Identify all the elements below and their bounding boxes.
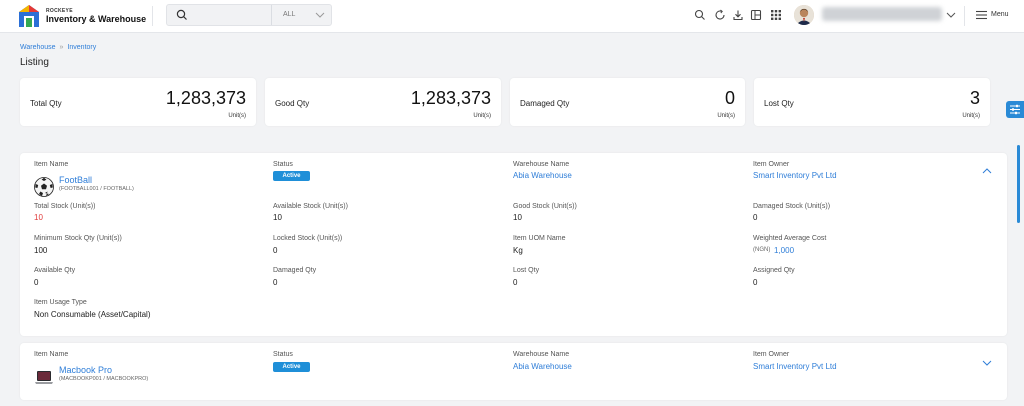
damaged-stock-value: 0 <box>753 213 758 222</box>
search-filter-select[interactable]: ALL <box>283 11 295 18</box>
chevron-down-icon[interactable] <box>982 359 992 367</box>
item-name-link[interactable]: FootBall <box>59 175 92 185</box>
usage-type-value: Non Consumable (Asset/Capital) <box>34 310 151 319</box>
menu-icon[interactable] <box>976 10 987 20</box>
laptop-thumbnail <box>35 371 53 384</box>
filter-sliders-icon[interactable] <box>1006 101 1024 118</box>
item-code: (FOOTBALL001 / FOOTBALL) <box>59 186 134 192</box>
owner-label: Item Owner <box>753 351 790 358</box>
min-stock-value: 100 <box>34 246 48 255</box>
scrollbar[interactable] <box>1017 145 1020 223</box>
available-stock-value: 10 <box>273 213 282 222</box>
usage-type-label: Item Usage Type <box>34 299 87 306</box>
chevron-down-icon[interactable] <box>314 10 326 20</box>
warehouse-label: Warehouse Name <box>513 351 570 358</box>
wac-label: Weighted Average Cost <box>753 235 827 242</box>
good-stock-label: Good Stock (Unit(s)) <box>513 203 577 210</box>
football-thumbnail <box>34 177 54 197</box>
chevron-down-icon[interactable] <box>946 11 956 19</box>
available-qty-label: Available Qty <box>34 267 76 274</box>
status-label: Status <box>273 161 293 168</box>
summary-value: 1,283,373 <box>165 88 246 108</box>
search-box[interactable]: ALL <box>166 4 332 26</box>
uom-label: Item UOM Name <box>513 235 566 242</box>
summary-label: Damaged Qty <box>520 99 570 108</box>
locked-stock-label: Locked Stock (Unit(s)) <box>273 235 343 242</box>
item-code: (MACBOOKP001 / MACBOOKPRO) <box>59 376 149 382</box>
damaged-qty-label: Damaged Qty <box>273 267 317 274</box>
summary-value: 3 <box>969 88 980 108</box>
status-label: Status <box>273 351 293 358</box>
status-badge: Active <box>273 362 310 372</box>
warehouse-label: Warehouse Name <box>513 161 570 168</box>
logo-icon[interactable] <box>18 4 40 28</box>
search-icon[interactable] <box>176 9 188 21</box>
summary-card-good: Good Qty 1,283,373 Unit(s) <box>265 78 501 126</box>
breadcrumb: Warehouse» Inventory <box>20 44 96 51</box>
breadcrumb-inventory[interactable]: Inventory <box>67 44 96 51</box>
summary-unit: Unit(s) <box>717 113 735 119</box>
damaged-qty-value: 0 <box>273 278 278 287</box>
summary-value: 0 <box>724 88 735 108</box>
summary-label: Lost Qty <box>764 99 794 108</box>
item-name-label: Item Name <box>34 161 69 168</box>
good-stock-value: 10 <box>513 213 522 222</box>
item-name-label: Item Name <box>34 351 69 358</box>
brand-name: Inventory & Warehouse <box>46 14 147 24</box>
damaged-stock-label: Damaged Stock (Unit(s)) <box>753 203 831 210</box>
item-card: Item Name Macbook Pro (MACBOOKP001 / MAC… <box>20 343 1007 400</box>
wac-value[interactable]: 1,000 <box>774 246 794 255</box>
assigned-qty-value: 0 <box>753 278 758 287</box>
breadcrumb-separator: » <box>59 44 64 51</box>
locked-stock-value: 0 <box>273 246 278 255</box>
divider <box>152 6 153 26</box>
search-input[interactable] <box>191 8 267 22</box>
chevron-up-icon[interactable] <box>982 167 992 175</box>
summary-card-total: Total Qty 1,283,373 Unit(s) <box>20 78 256 126</box>
owner-link[interactable]: Smart Inventory Pvt Ltd <box>753 171 837 180</box>
breadcrumb-warehouse[interactable]: Warehouse <box>20 44 56 51</box>
menu-label[interactable]: Menu <box>991 11 1009 18</box>
summary-unit: Unit(s) <box>228 113 246 119</box>
summary-label: Total Qty <box>30 99 62 108</box>
download-icon[interactable] <box>732 9 744 21</box>
warehouse-link[interactable]: Abia Warehouse <box>513 362 572 371</box>
divider <box>271 5 272 25</box>
user-name-redacted[interactable] <box>822 7 942 21</box>
item-name-link[interactable]: Macbook Pro <box>59 365 112 375</box>
top-bar: ROCKEYE Inventory & Warehouse ALL Menu <box>0 0 1024 33</box>
status-badge: Active <box>273 171 310 181</box>
lost-qty-value: 0 <box>513 278 518 287</box>
assigned-qty-label: Assigned Qty <box>753 267 795 274</box>
summary-unit: Unit(s) <box>962 113 980 119</box>
apps-grid-icon[interactable] <box>770 9 782 21</box>
summary-unit: Unit(s) <box>473 113 491 119</box>
total-stock-label: Total Stock (Unit(s)) <box>34 203 96 210</box>
available-stock-label: Available Stock (Unit(s)) <box>273 203 348 210</box>
divider <box>964 6 965 26</box>
wac-currency: (NGN) <box>753 247 771 253</box>
uom-value: Kg <box>513 246 523 255</box>
summary-card-lost: Lost Qty 3 Unit(s) <box>754 78 990 126</box>
avatar[interactable] <box>794 5 814 25</box>
total-stock-value: 10 <box>34 213 43 222</box>
summary-value: 1,283,373 <box>410 88 491 108</box>
summary-label: Good Qty <box>275 99 310 108</box>
min-stock-label: Minimum Stock Qty (Unit(s)) <box>34 235 122 242</box>
lost-qty-label: Lost Qty <box>513 267 540 274</box>
search-icon[interactable] <box>694 9 706 21</box>
owner-label: Item Owner <box>753 161 790 168</box>
layout-icon[interactable] <box>750 9 762 21</box>
refresh-icon[interactable] <box>714 9 726 21</box>
owner-link[interactable]: Smart Inventory Pvt Ltd <box>753 362 837 371</box>
item-card: Item Name FootBall (FOOTBALL001 / FOOTBA… <box>20 153 1007 336</box>
warehouse-link[interactable]: Abia Warehouse <box>513 171 572 180</box>
available-qty-value: 0 <box>34 278 39 287</box>
summary-card-damaged: Damaged Qty 0 Unit(s) <box>510 78 745 126</box>
page-title: Listing <box>20 57 49 68</box>
filter-panel-button[interactable] <box>1006 101 1024 118</box>
